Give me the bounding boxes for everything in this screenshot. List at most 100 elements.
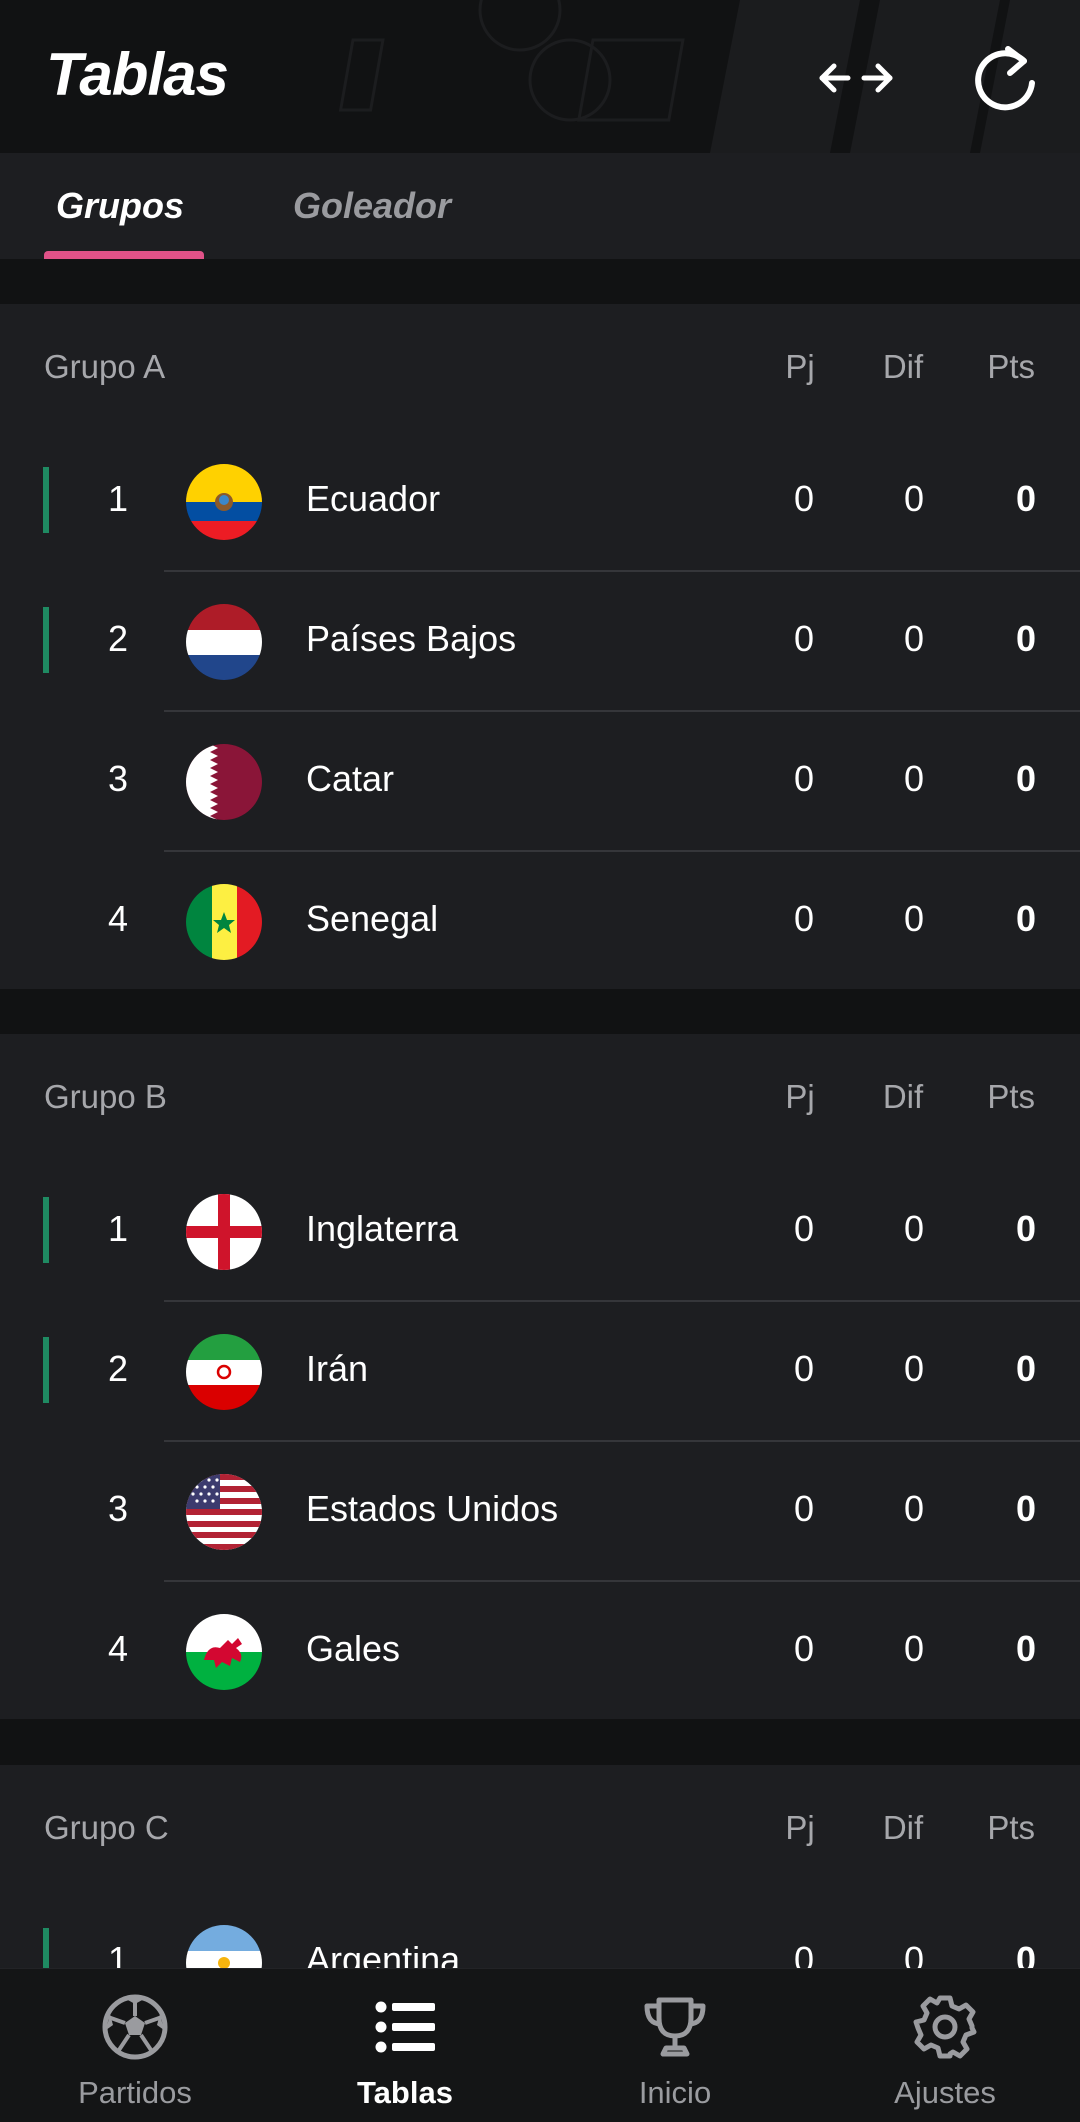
column-header-pj: Pj [785,1809,815,1846]
tab-grupos[interactable]: Grupos [56,185,184,227]
column-header-pts: Pts [987,1809,1035,1846]
group-name: Grupo B [44,1078,167,1115]
active-tab-indicator [44,251,204,259]
team-name: Inglaterra [306,1208,459,1249]
team-pts: 0 [1015,1208,1036,1249]
refresh-icon [975,46,1035,111]
team-dif: 0 [903,1488,925,1529]
team-pj: 0 [793,1208,815,1249]
nav-tablas[interactable]: Tablas [270,1969,540,2122]
table-row[interactable]: 2 Países Bajos 0 0 0 [0,572,1080,712]
team-position: 1 [107,1208,129,1249]
team-dif: 0 [903,1208,925,1249]
qualification-indicator [43,607,49,673]
page-title: Tablas [46,41,229,108]
bottom-navigation: Partidos Tablas Inicio Ajustes [0,1968,1080,2122]
nav-label: Tablas [357,2075,453,2110]
team-pj: 0 [793,898,815,939]
group-header: Grupo C Pj Dif Pts [0,1765,1080,1885]
group-name: Grupo C [44,1809,169,1846]
nav-inicio[interactable]: Inicio [540,1969,810,2122]
usa-flag [186,1474,262,1550]
group-header: Grupo A Pj Dif Pts [0,304,1080,424]
group-card-a: Grupo A Pj Dif Pts 1 Ecuador 0 0 0 2 Paí… [0,304,1080,989]
team-pts: 0 [1015,1628,1036,1669]
team-dif: 0 [903,478,925,519]
table-row[interactable]: 4 Senegal 0 0 0 [0,852,1080,992]
refresh-button[interactable] [964,36,1048,120]
nav-partidos[interactable]: Partidos [0,1969,270,2122]
team-position: 4 [107,898,129,939]
team-name: Estados Unidos [306,1488,559,1529]
qualification-indicator [43,467,49,533]
team-dif: 0 [903,758,925,799]
team-name: Ecuador [306,478,441,519]
column-header-pts: Pts [987,348,1035,385]
swap-view-button[interactable] [814,36,898,120]
team-pts: 0 [1015,758,1036,799]
table-row[interactable]: 1 Ecuador 0 0 0 [0,432,1080,572]
netherlands-flag [186,604,262,680]
team-pj: 0 [793,1628,815,1669]
arrows-left-right-icon [819,63,893,93]
list-icon [371,1993,439,2061]
column-header-dif: Dif [882,348,924,385]
column-header-pj: Pj [785,348,815,385]
nav-ajustes[interactable]: Ajustes [810,1969,1080,2122]
team-pts: 0 [1015,478,1036,519]
tab-goleador[interactable]: Goleador [293,185,451,227]
team-position: 1 [107,478,129,519]
team-pts: 0 [1015,1348,1036,1389]
table-row[interactable]: 3 Catar 0 0 0 [0,712,1080,852]
team-name: Gales [306,1628,401,1669]
column-header-dif: Dif [882,1809,924,1846]
table-row[interactable]: 4 Gales 0 0 0 [0,1582,1080,1722]
column-header-dif: Dif [882,1078,924,1115]
team-name: Irán [306,1348,369,1389]
qatar-flag [186,744,262,820]
team-pj: 0 [793,618,815,659]
wales-flag [186,1614,262,1690]
team-dif: 0 [903,1348,925,1389]
team-pj: 0 [793,1488,815,1529]
table-row[interactable]: 1 Inglaterra 0 0 0 [0,1162,1080,1302]
team-dif: 0 [903,898,925,939]
nav-label: Inicio [638,2075,712,2110]
team-pj: 0 [793,758,815,799]
team-position: 3 [107,758,129,799]
group-name: Grupo A [44,348,166,385]
team-pj: 0 [793,1348,815,1389]
team-name: Senegal [306,898,439,939]
iran-flag [186,1334,262,1410]
team-pts: 0 [1015,618,1036,659]
soccer-ball-icon [101,1993,169,2061]
column-header-pj: Pj [785,1078,815,1115]
team-name: Países Bajos [306,618,517,659]
ecuador-flag [186,464,262,540]
team-pj: 0 [793,478,815,519]
group-card-b: Grupo B Pj Dif Pts 1 Inglaterra 0 0 0 2 … [0,1034,1080,1719]
group-header: Grupo B Pj Dif Pts [0,1034,1080,1154]
table-row[interactable]: 2 Irán 0 0 0 [0,1302,1080,1442]
gear-icon [911,1993,979,2061]
table-row[interactable]: 3 Estados Unidos 0 0 0 [0,1442,1080,1582]
team-pts: 0 [1015,1488,1036,1529]
qualification-indicator [43,1197,49,1263]
team-position: 4 [107,1628,129,1669]
nav-label: Partidos [78,2075,192,2110]
team-dif: 0 [903,618,925,659]
column-header-pts: Pts [987,1078,1035,1115]
team-pts: 0 [1015,898,1036,939]
team-name: Catar [306,758,395,799]
england-flag [186,1194,262,1270]
trophy-icon [641,1993,709,2061]
team-dif: 0 [903,1628,925,1669]
senegal-flag [186,884,262,960]
tab-bar: Grupos Goleador [0,153,1080,259]
team-position: 2 [107,1348,129,1389]
nav-label: Ajustes [894,2075,996,2110]
team-position: 3 [107,1488,129,1529]
qualification-indicator [43,1337,49,1403]
app-header: Tablas [0,0,1080,153]
team-position: 2 [107,618,129,659]
